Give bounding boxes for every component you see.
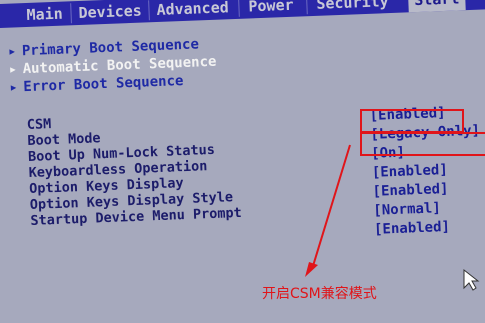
annotation-text: 开启CSM兼容模式 [262,286,377,302]
mouse-cursor-icon [463,268,480,291]
annotation-arrow-icon [305,144,351,277]
